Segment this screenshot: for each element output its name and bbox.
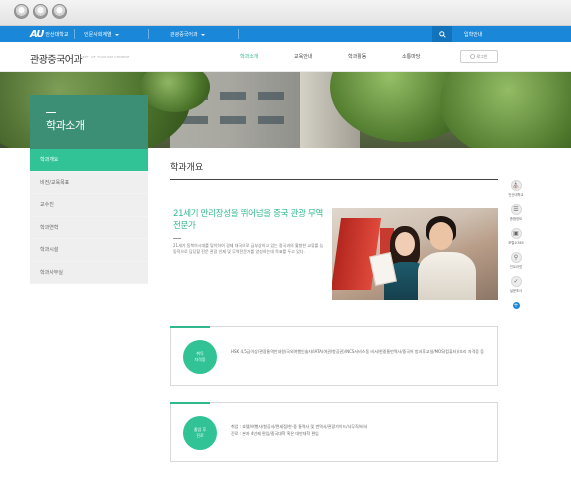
side-menu-item-vision[interactable]: 비전/교육목표: [30, 171, 148, 194]
top-utility-bar: AU 안산대학교 인문사회계열 관광중국어과 입학안내: [0, 26, 571, 42]
quick-item-label: 인트라넷: [509, 265, 523, 269]
career-badge-line2: 진로: [196, 433, 204, 438]
lock-icon: [470, 54, 476, 59]
browser-chrome: [0, 0, 571, 26]
category-menu[interactable]: 인문사회계열: [84, 31, 119, 38]
box-accent-line: [170, 402, 210, 404]
plus-icon[interactable]: +: [512, 302, 520, 309]
quick-item-university[interactable]: ⛪ 안산대학교: [505, 180, 527, 204]
building-icon: ⛪: [510, 180, 522, 191]
login-button[interactable]: 로그인: [460, 50, 498, 63]
photo-person: [418, 252, 476, 300]
box-accent-line: [170, 326, 210, 328]
photo-person: [429, 222, 453, 250]
certificates-badge: 취득 자격증: [183, 340, 217, 374]
side-menu-item-facilities[interactable]: 학과시설: [30, 239, 148, 262]
intro-divider: [173, 238, 181, 239]
intro-description: 21세기 동북아시대를 맞이하여 경제 대국으로 급부상하고 있는 중국과의 활…: [173, 243, 324, 254]
students-photo: [332, 208, 498, 300]
title-dash: [46, 112, 56, 113]
divider: [238, 29, 239, 39]
section-title-panel: 학과소개: [30, 95, 148, 149]
login-label: 로그인: [476, 53, 488, 59]
university-name: 안산대학교: [45, 31, 69, 38]
quick-item-portal[interactable]: ▣ 포털소365: [505, 228, 527, 252]
chevron-down-icon: [114, 33, 119, 36]
nav-item-community[interactable]: 소통마당: [402, 53, 420, 60]
side-menu-item-faculty[interactable]: 교수진: [30, 194, 148, 217]
divider: [148, 29, 149, 39]
department-title[interactable]: 관광중국어과: [30, 51, 83, 66]
quick-item-label: 설문조사: [509, 289, 523, 293]
search-icon: [438, 30, 446, 38]
side-menu: 학과개요 비전/교육목표 교수진 학과연혁 학과시설 학과사무실: [30, 149, 148, 284]
department-menu[interactable]: 관광중국어과: [170, 31, 205, 38]
admission-link[interactable]: 입학안내: [464, 31, 482, 38]
quick-item-survey[interactable]: ✓ 설문조사: [505, 276, 527, 300]
quick-item-label: 종합정보: [509, 217, 523, 221]
side-menu-item-office[interactable]: 학과사무실: [30, 261, 148, 284]
network-icon: ⚲: [510, 252, 522, 263]
career-text: 취업 : 호텔/여행사/항공사/면세점/한-중 통역사 및 번역사/관광가이드/…: [231, 424, 493, 437]
nav-item-about[interactable]: 학과소개: [240, 53, 258, 60]
quick-item-intranet[interactable]: ⚲ 인트라넷: [505, 252, 527, 276]
intro-headline: 21세기 만리장성을 뛰어넘을 중국 관광 무역전문가: [173, 209, 324, 231]
portal-icon: ▣: [510, 228, 522, 239]
career-badge: 졸업 후 진로: [183, 416, 217, 450]
career-text-line2: 진로 : 본과 4년제 편입/중국대학 혹은 대만대학 편입: [231, 430, 319, 436]
quick-menu: ⛪ 안산대학교 ☰ 종합정보 ▣ 포털소365 ⚲ 인트라넷 ✓ 설문조사 +: [505, 180, 527, 309]
department-title-en: DEPT. OF TOURISM CHINESE: [80, 55, 130, 59]
photo-person: [395, 232, 415, 256]
quick-item-label: 안산대학교: [508, 193, 524, 197]
main-content: 학과개요 21세기 만리장성을 뛰어넘을 중국 관광 무역전문가 21세기 동북…: [170, 148, 498, 494]
section-title: 학과소개: [46, 119, 85, 132]
certificates-badge-line2: 자격증: [194, 357, 206, 362]
window-minimize-button[interactable]: [33, 4, 48, 19]
window-close-button[interactable]: [14, 4, 29, 19]
nav-item-education[interactable]: 교육안내: [294, 53, 312, 60]
certificates-box: 취득 자격증 HSK 4,5급이상/관광통역안내원/국외여행인솔자/IATA(여…: [170, 326, 498, 386]
side-menu-item-overview[interactable]: 학과개요: [30, 149, 148, 172]
survey-icon: ✓: [510, 276, 522, 287]
category-menu-label: 인문사회계열: [84, 32, 112, 38]
window-maximize-button[interactable]: [52, 4, 67, 19]
university-logo[interactable]: AU 안산대학교: [30, 28, 68, 40]
chevron-down-icon: [200, 33, 205, 36]
quick-item-label: 포털소365: [508, 241, 524, 245]
page-title: 학과개요: [170, 163, 204, 173]
document-icon: ☰: [510, 204, 522, 215]
nav-item-activities[interactable]: 학과활동: [348, 53, 366, 60]
title-divider: [170, 179, 498, 180]
career-box: 졸업 후 진로 취업 : 호텔/여행사/항공사/면세점/한-중 통역사 및 번역…: [170, 402, 498, 462]
main-navigation: 관광중국어과 DEPT. OF TOURISM CHINESE 학과소개 교육안…: [0, 42, 571, 72]
department-menu-label: 관광중국어과: [170, 32, 198, 38]
quick-item-info[interactable]: ☰ 종합정보: [505, 204, 527, 228]
side-menu-item-history[interactable]: 학과연혁: [30, 216, 148, 239]
university-logo-mark: AU: [30, 28, 44, 40]
certificates-text: HSK 4,5급이상/관광통역안내원/국외여행인솔자/IATA(여권/항공권)/…: [231, 349, 484, 354]
search-button[interactable]: [432, 26, 452, 42]
divider: [74, 29, 75, 39]
